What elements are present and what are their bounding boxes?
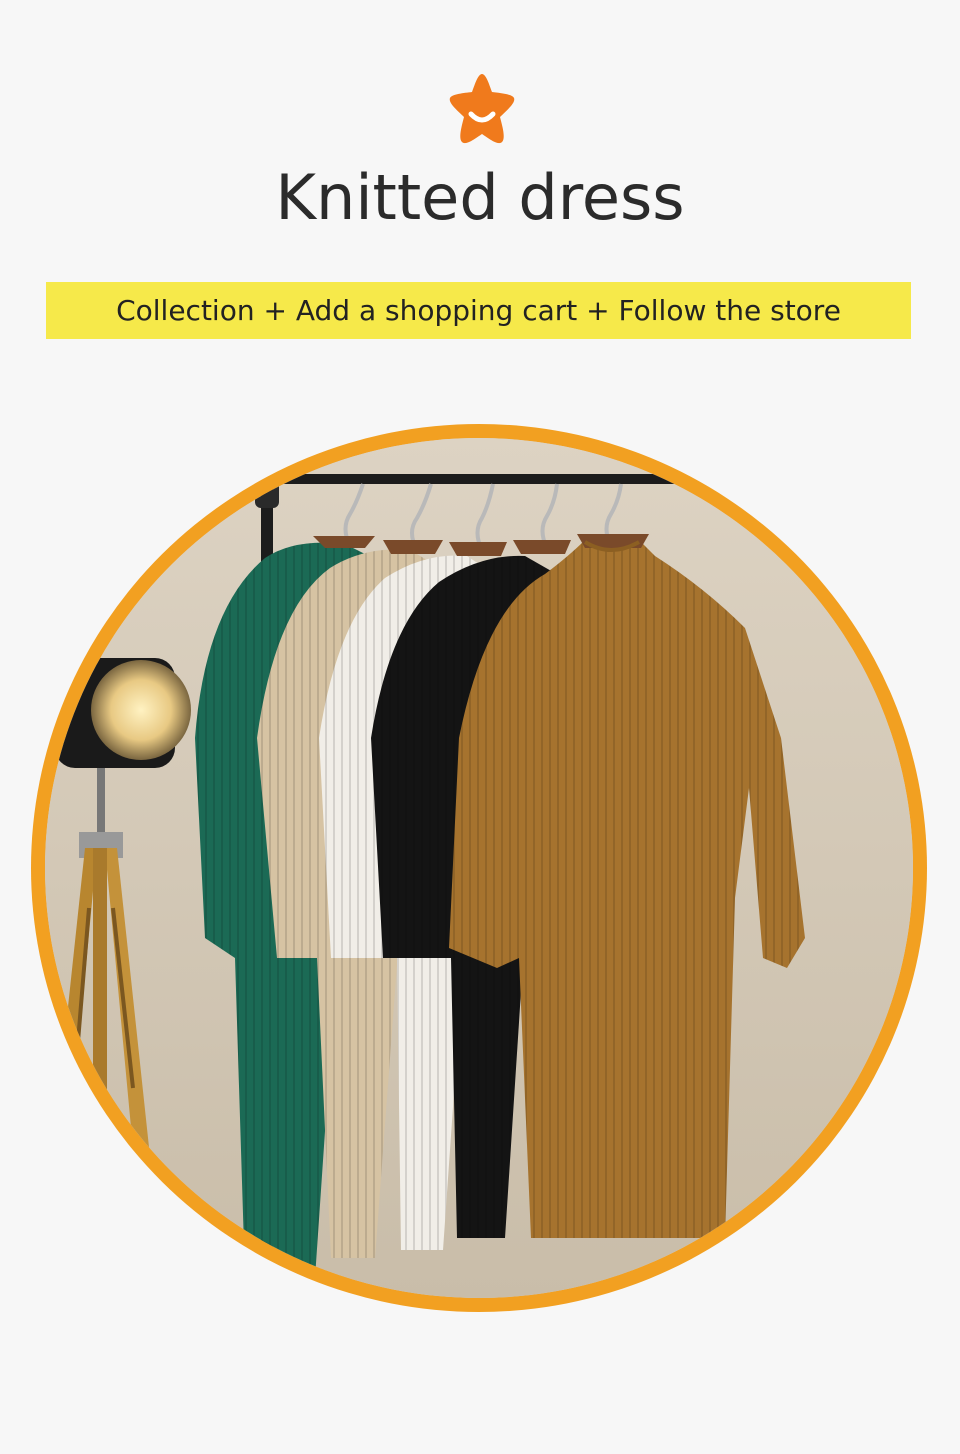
product-photo — [45, 438, 913, 1298]
page-title: Knitted dress — [275, 161, 685, 234]
dresses-illustration — [45, 438, 913, 1298]
star-smile-icon — [449, 74, 515, 144]
promo-banner: Collection + Add a shopping cart + Follo… — [46, 282, 911, 339]
product-page: Knitted dress Collection + Add a shoppin… — [0, 0, 960, 1454]
